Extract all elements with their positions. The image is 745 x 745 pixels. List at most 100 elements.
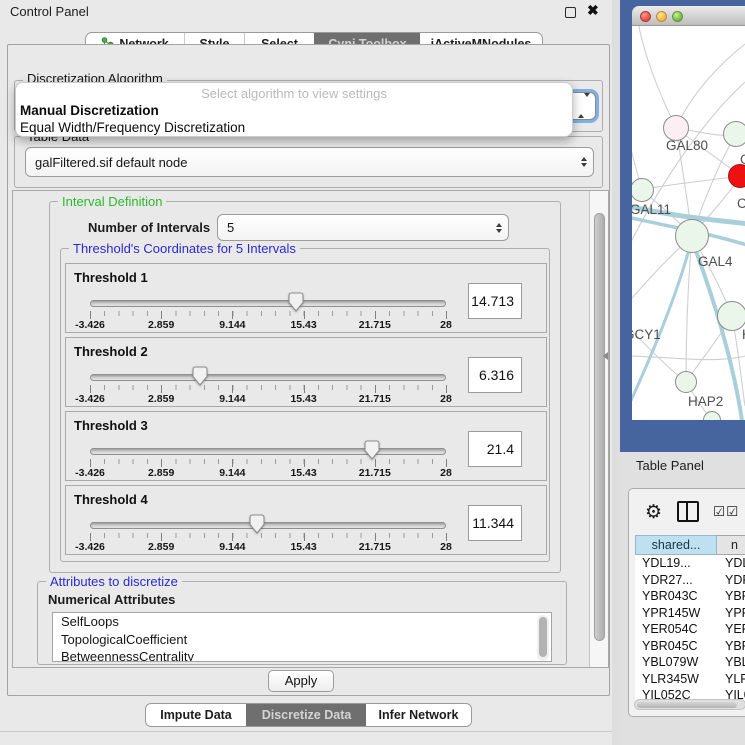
- number-of-intervals-combo[interactable]: 5: [217, 214, 509, 241]
- node-label: HAP2: [688, 394, 723, 409]
- threshold-4-panel: Threshold 4 -3.426 2.859 9.144: [65, 485, 547, 555]
- zoom-traffic-light-icon[interactable]: [672, 11, 683, 22]
- table-body[interactable]: YDL19... YDL1 YDR27... YDR2 YBR043C YBR0…: [635, 555, 745, 701]
- slider-tick-labels: -3.426 2.859 9.144 15.43 21.715 28: [90, 541, 446, 553]
- network-window-titlebar[interactable]: [632, 6, 745, 26]
- slider-thumb[interactable]: [191, 366, 209, 386]
- cell-shared-name: YLR345W: [635, 671, 717, 688]
- slider-thumb[interactable]: [248, 514, 266, 534]
- slider-track[interactable]: [90, 300, 446, 307]
- slider-thumb[interactable]: [363, 440, 381, 460]
- combo-arrows-icon: [575, 157, 593, 167]
- float-window-icon[interactable]: [565, 7, 576, 18]
- table-row[interactable]: YER054C YER0: [635, 621, 745, 638]
- table-row[interactable]: YPR145W YPR1: [635, 605, 745, 622]
- popup-placeholder: Select algorithm to view settings: [16, 86, 572, 101]
- node-label: C: [737, 196, 745, 211]
- attribute-list-item[interactable]: BetweennessCentrality: [53, 648, 551, 662]
- interval-definition-label: Interval Definition: [58, 194, 166, 209]
- network-node[interactable]: [675, 371, 697, 393]
- table-row[interactable]: YDR27... YDR2: [635, 572, 745, 589]
- node-label: GCY1: [632, 327, 661, 342]
- number-of-intervals-label: Number of Intervals: [88, 220, 210, 235]
- threshold-1-value-field[interactable]: 14.713: [468, 283, 522, 319]
- slider-thumb[interactable]: [287, 292, 305, 312]
- slider-ticks: [90, 385, 446, 393]
- attribute-list-item[interactable]: TopologicalCoefficient: [53, 631, 551, 649]
- network-canvas[interactable]: GAL80 G C GAL11 GAL4 GCY1 H HAP2: [632, 26, 745, 420]
- table-row[interactable]: YDL19... YDL1: [635, 555, 745, 572]
- network-node-selected[interactable]: [728, 164, 745, 188]
- scrollbar-thumb[interactable]: [637, 702, 737, 709]
- splitter-collapse-icon[interactable]: [603, 352, 608, 360]
- list-scrollbar[interactable]: [537, 615, 549, 661]
- popup-option-manual-discretization[interactable]: Manual Discretization: [20, 103, 159, 118]
- popup-option-equal-width-frequency[interactable]: Equal Width/Frequency Discretization: [20, 120, 245, 135]
- apply-button[interactable]: Apply: [268, 670, 334, 692]
- settings-scroll-area: Interval Definition Number of Intervals …: [12, 190, 609, 668]
- settings-scrollbar[interactable]: [589, 191, 608, 667]
- tab-infer-network[interactable]: Infer Network: [366, 704, 471, 726]
- cell-shared-name: YBR043C: [635, 588, 717, 605]
- network-view-window: GAL80 G C GAL11 GAL4 GCY1 H HAP2: [620, 0, 745, 452]
- slider-ticks: [90, 459, 446, 467]
- threshold-4-slider[interactable]: -3.426 2.859 9.144 15.43 21.715 28: [88, 518, 448, 552]
- table-panel: ⚙ ☑☑ shared... n YDL19... YDL1 YDR27... …: [628, 488, 745, 717]
- attributes-groupbox: Attributes to discretize Numerical Attri…: [37, 581, 567, 665]
- split-columns-icon[interactable]: [677, 501, 699, 522]
- combo-arrows-icon: [578, 97, 590, 115]
- attribute-list-item[interactable]: SelfLoops: [53, 613, 551, 631]
- threshold-3-slider[interactable]: -3.426 2.859 9.144 15.43 21.715 28: [88, 444, 448, 478]
- node-label: GAL11: [632, 202, 671, 217]
- bottom-divider: [0, 731, 612, 732]
- table-data-combo[interactable]: galFiltered.sif default node: [25, 147, 594, 177]
- threshold-4-value-field[interactable]: 11.344: [468, 505, 522, 541]
- cell-shared-name: YPR145W: [635, 605, 717, 622]
- node-label: GAL80: [666, 138, 708, 153]
- panel-title: Control Panel: [10, 4, 89, 19]
- thresholds-groupbox: Threshold's Coordinates for 5 Intervals …: [60, 248, 550, 562]
- slider-tick-labels: -3.426 2.859 9.144 15.43 21.715 28: [90, 319, 446, 331]
- table-row[interactable]: YLR345W YLR3: [635, 671, 745, 688]
- table-header: shared... n: [635, 535, 745, 555]
- close-traffic-light-icon[interactable]: [640, 11, 651, 22]
- table-row[interactable]: YBR045C YBR0: [635, 638, 745, 655]
- threshold-3-value-field[interactable]: 21.4: [468, 431, 522, 467]
- gear-icon[interactable]: ⚙: [645, 501, 662, 523]
- node-label: G: [740, 152, 745, 167]
- tab-impute-data[interactable]: Impute Data: [146, 704, 246, 726]
- cyni-bottom-tabbar: Impute Data Discretize Data Infer Networ…: [145, 703, 472, 727]
- cell-name: YDL1: [717, 555, 745, 572]
- cell-shared-name: YDR27...: [635, 572, 717, 589]
- network-node[interactable]: [717, 301, 745, 331]
- table-panel-title: Table Panel: [636, 458, 704, 473]
- tab-discretize-data[interactable]: Discretize Data: [246, 704, 366, 726]
- table-row[interactable]: YBR043C YBR0: [635, 588, 745, 605]
- slider-ticks: [90, 533, 446, 541]
- minimize-traffic-light-icon[interactable]: [656, 11, 667, 22]
- threshold-2-slider[interactable]: -3.426 2.859 9.144 15.43 21.715 28: [88, 370, 448, 404]
- checkbox-columns-icon[interactable]: ☑☑: [713, 504, 739, 520]
- slider-track[interactable]: [90, 374, 446, 381]
- numerical-attributes-list[interactable]: SelfLoops TopologicalCoefficient Between…: [52, 612, 552, 662]
- column-header-shared-name[interactable]: shared...: [635, 535, 717, 555]
- panel-splitter[interactable]: [612, 0, 620, 745]
- table-horizontal-scrollbar[interactable]: [634, 699, 745, 710]
- numerical-attributes-label: Numerical Attributes: [48, 592, 175, 607]
- control-panel-titlebar: Control Panel ✖: [0, 0, 612, 24]
- slider-tick-labels: -3.426 2.859 9.144 15.43 21.715 28: [90, 393, 446, 405]
- column-header-name[interactable]: n: [717, 535, 745, 555]
- cell-name: YER0: [717, 621, 745, 638]
- table-data-combo-value: galFiltered.sif default node: [26, 155, 575, 170]
- slider-track[interactable]: [90, 522, 446, 529]
- slider-track[interactable]: [90, 448, 446, 455]
- network-node[interactable]: [723, 121, 745, 147]
- scrollbar-thumb[interactable]: [594, 213, 605, 641]
- cell-shared-name: YBL079W: [635, 654, 717, 671]
- threshold-2-value-field[interactable]: 6.316: [468, 357, 522, 393]
- network-node[interactable]: [675, 219, 709, 253]
- close-icon[interactable]: ✖: [587, 2, 599, 19]
- threshold-1-slider[interactable]: -3.426 2.859 9.144 15.43 21.715 28: [88, 296, 448, 330]
- table-row[interactable]: YBL079W YBL0: [635, 654, 745, 671]
- cell-name: YDR2: [717, 572, 745, 589]
